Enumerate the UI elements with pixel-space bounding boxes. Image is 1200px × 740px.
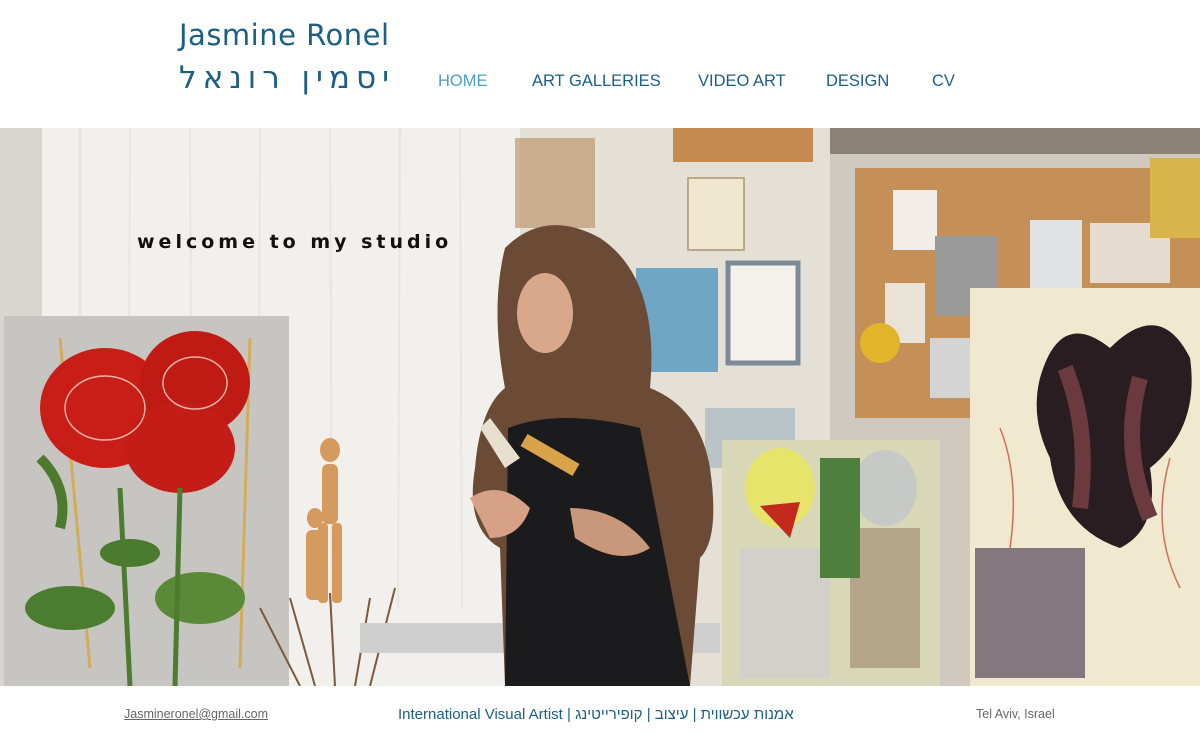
- site-footer: Jasmineronel@gmail.com International Vis…: [0, 686, 1200, 740]
- site-logo-english[interactable]: Jasmine Ronel: [179, 18, 390, 52]
- footer-tagline: International Visual Artist | אמנות עכשו…: [398, 706, 794, 723]
- hero-studio-photo: welcome to my studio: [0, 128, 1200, 686]
- nav-item-cv[interactable]: CV: [932, 72, 972, 91]
- footer-email-link[interactable]: Jasmineronel@gmail.com: [124, 707, 268, 721]
- nav-item-home[interactable]: HOME: [438, 72, 532, 91]
- hero-welcome-heading: welcome to my studio: [137, 231, 453, 253]
- site-logo-hebrew[interactable]: יסמין רונאל: [179, 60, 395, 96]
- nav-item-art-galleries[interactable]: ART GALLERIES: [532, 72, 698, 91]
- footer-location: Tel Aviv, Israel: [976, 707, 1055, 721]
- nav-item-video-art[interactable]: VIDEO ART: [698, 72, 826, 91]
- main-nav: HOME ART GALLERIES VIDEO ART DESIGN CV: [438, 72, 972, 91]
- studio-scene-image: [0, 128, 1200, 686]
- site-header: Jasmine Ronel יסמין רונאל HOME ART GALLE…: [0, 0, 1200, 128]
- nav-item-design[interactable]: DESIGN: [826, 72, 932, 91]
